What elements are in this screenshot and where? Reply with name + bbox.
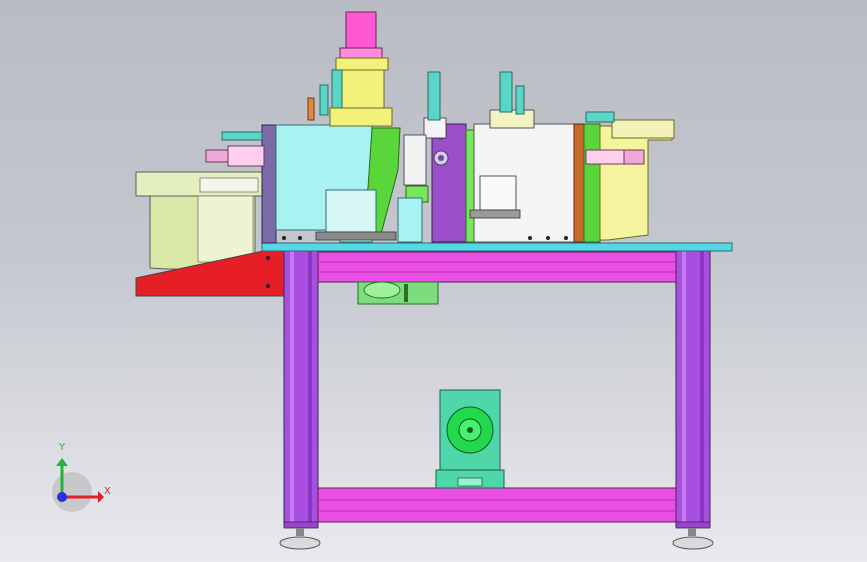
cad-viewport[interactable]: Y X xyxy=(0,0,867,562)
right-press-station[interactable] xyxy=(469,71,601,243)
leveling-feet[interactable] xyxy=(279,528,714,550)
coordinate-triad xyxy=(52,458,104,512)
left-hopper[interactable] xyxy=(135,171,263,270)
center-column[interactable] xyxy=(397,71,475,243)
triad-y-label: Y xyxy=(59,442,66,453)
table-top[interactable] xyxy=(261,242,733,252)
machine-assembly-model[interactable] xyxy=(0,0,867,562)
motor-mount[interactable] xyxy=(435,389,505,489)
upper-gearbox[interactable] xyxy=(357,281,439,305)
triad-x-label: X xyxy=(104,486,111,497)
